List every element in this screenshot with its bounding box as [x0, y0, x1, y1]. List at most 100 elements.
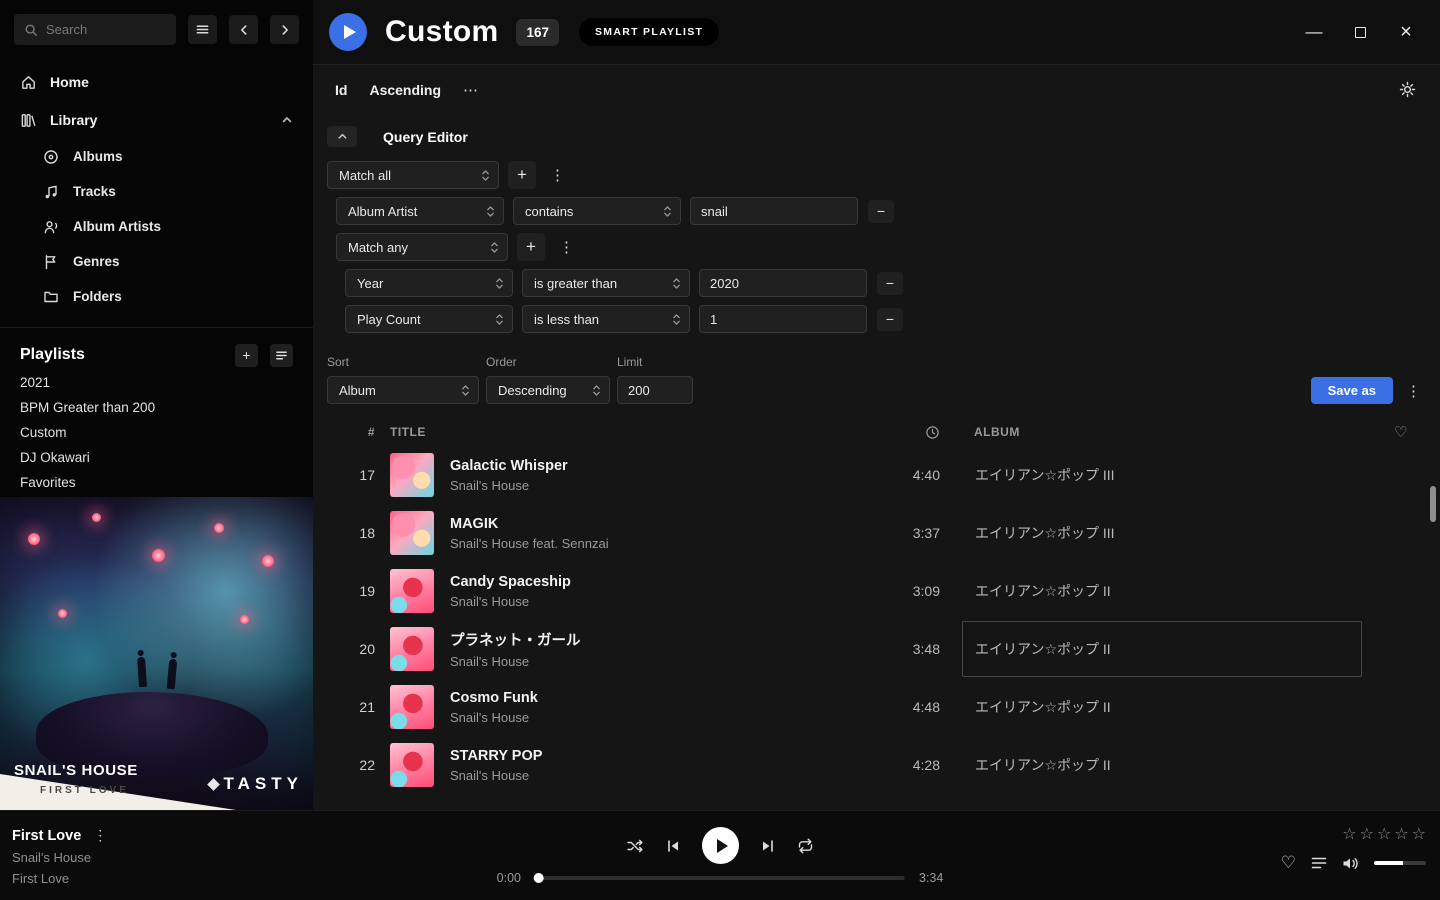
volume-button[interactable]: [1342, 856, 1359, 871]
playlist-item-label: Favorites: [20, 475, 76, 490]
rule-value-input[interactable]: [699, 305, 867, 333]
track-album-cell[interactable]: エイリアン☆ポップ III: [962, 447, 1362, 503]
lantern-dot: [240, 615, 249, 624]
settings-button[interactable]: [1399, 81, 1416, 98]
rule-value-input[interactable]: [690, 197, 858, 225]
close-button[interactable]: ×: [1396, 22, 1416, 42]
column-header-title[interactable]: TITLE: [390, 425, 874, 439]
sort-select[interactable]: Album: [327, 376, 479, 404]
now-playing-more-button[interactable]: ⋮: [93, 827, 107, 844]
rule-operator-select[interactable]: is greater than: [522, 269, 690, 297]
sidebar-item-library[interactable]: Library: [0, 101, 313, 139]
sort-direction[interactable]: Ascending: [369, 82, 441, 98]
sort-more-button[interactable]: ⋯: [463, 81, 480, 99]
previous-button[interactable]: [665, 838, 681, 854]
scrollbar-thumb[interactable]: [1430, 486, 1436, 522]
track-album-cell[interactable]: エイリアン☆ポップ II: [962, 563, 1362, 619]
order-select[interactable]: Descending: [486, 376, 610, 404]
sidebar-item-albums[interactable]: Albums: [0, 139, 313, 174]
rating-stars[interactable]: ☆☆☆☆☆: [1342, 824, 1426, 844]
rule-field-select[interactable]: Play Count: [345, 305, 513, 333]
column-header-number[interactable]: #: [327, 425, 375, 439]
sidebar-item-album-artists[interactable]: Album Artists: [0, 209, 313, 244]
play-pause-button[interactable]: [702, 827, 739, 864]
queue-button[interactable]: [1311, 856, 1327, 870]
playlist-list-button[interactable]: [270, 344, 293, 367]
limit-input[interactable]: [617, 376, 693, 404]
sort-field[interactable]: Id: [335, 82, 347, 98]
clock-icon: [925, 425, 940, 440]
collapse-query-editor-button[interactable]: [327, 126, 357, 147]
now-playing-info: First Love ⋮ Snail's House First Love: [12, 827, 107, 886]
column-header-album[interactable]: ALBUM: [962, 425, 1362, 439]
star-icon[interactable]: ☆: [1360, 824, 1374, 844]
column-header-favorite[interactable]: ♡: [1362, 423, 1440, 441]
match-select[interactable]: Match all: [327, 161, 499, 189]
track-album-cell[interactable]: エイリアン☆ポップ II: [962, 679, 1362, 735]
save-more-button[interactable]: ⋮: [1401, 382, 1426, 400]
rule-operator-select[interactable]: is less than: [522, 305, 690, 333]
track-album-cell[interactable]: エイリアン☆ポップ II: [962, 737, 1362, 793]
playlist-item[interactable]: Custom: [0, 420, 313, 445]
lantern-dot: [262, 555, 274, 567]
table-row[interactable]: 21 Cosmo Funk Snail's House 4:48 エイリアン☆ポ…: [327, 678, 1440, 736]
minimize-button[interactable]: —: [1304, 22, 1324, 42]
star-icon[interactable]: ☆: [1394, 824, 1408, 844]
sidebar-item-home[interactable]: Home: [0, 63, 313, 101]
table-row[interactable]: 19 Candy Spaceship Snail's House 3:09 エイ…: [327, 562, 1440, 620]
sidebar-item-tracks[interactable]: Tracks: [0, 174, 313, 209]
star-icon[interactable]: ☆: [1377, 824, 1391, 844]
add-rule-button[interactable]: +: [517, 233, 545, 261]
now-playing-artwork[interactable]: SNAIL'S HOUSE FIRST LOVE TASTY: [0, 497, 313, 810]
save-as-button[interactable]: Save as: [1311, 377, 1393, 404]
rule-value-input[interactable]: [699, 269, 867, 297]
add-rule-button[interactable]: +: [508, 161, 536, 189]
artwork-credit: SNAIL'S HOUSE FIRST LOVE: [14, 762, 138, 796]
volume-slider[interactable]: [1374, 861, 1426, 865]
group-more-button[interactable]: ⋮: [545, 166, 570, 184]
playlist-item[interactable]: BPM Greater than 200: [0, 395, 313, 420]
rule-operator-select[interactable]: contains: [513, 197, 681, 225]
table-row[interactable]: 17 Galactic Whisper Snail's House 4:40 エ…: [327, 446, 1440, 504]
table-row[interactable]: 18 MAGIK Snail's House feat. Sennzai 3:3…: [327, 504, 1440, 562]
favorite-button[interactable]: ♡: [1281, 853, 1296, 873]
seek-bar[interactable]: [535, 876, 905, 880]
shuffle-button[interactable]: [626, 838, 644, 854]
playlist-item[interactable]: 2021: [0, 370, 313, 395]
remove-rule-button[interactable]: −: [877, 308, 903, 331]
rule-field-select[interactable]: Album Artist: [336, 197, 504, 225]
play-playlist-button[interactable]: [329, 13, 367, 51]
match-select[interactable]: Match any: [336, 233, 508, 261]
playlist-item[interactable]: DJ Okawari: [0, 445, 313, 470]
star-icon[interactable]: ☆: [1412, 824, 1426, 844]
track-album-cell[interactable]: エイリアン☆ポップ II: [962, 621, 1362, 677]
track-album-cell[interactable]: エイリアン☆ポップ III: [962, 505, 1362, 561]
transport-controls: [626, 827, 814, 864]
track-title: Galactic Whisper: [450, 458, 874, 474]
table-row[interactable]: 22 STARRY POP Snail's House 4:28 エイリアン☆ポ…: [327, 736, 1440, 794]
group-more-button[interactable]: ⋮: [554, 238, 579, 256]
sidebar-item-folders[interactable]: Folders: [0, 279, 313, 314]
search-box[interactable]: [14, 14, 176, 45]
remove-rule-button[interactable]: −: [877, 272, 903, 295]
nav-forward-button[interactable]: [270, 15, 299, 44]
chevron-up-icon[interactable]: [281, 114, 293, 126]
search-input[interactable]: [46, 22, 166, 37]
remove-rule-button[interactable]: −: [868, 200, 894, 223]
next-button[interactable]: [760, 838, 776, 854]
track-artist: Snail's House: [450, 478, 874, 493]
chevron-up-icon: [337, 131, 348, 142]
repeat-button[interactable]: [797, 838, 814, 854]
playlist-item[interactable]: Favorites: [0, 470, 313, 495]
nav-back-button[interactable]: [229, 15, 258, 44]
query-group-children: Album Artist contains − Match any + ⋮ Ye…: [336, 197, 1426, 333]
maximize-button[interactable]: [1350, 22, 1370, 42]
rule-field-select[interactable]: Year: [345, 269, 513, 297]
star-icon[interactable]: ☆: [1342, 824, 1356, 844]
sidebar-item-genres[interactable]: Genres: [0, 244, 313, 279]
column-header-duration[interactable]: [874, 425, 940, 440]
add-playlist-button[interactable]: +: [235, 344, 258, 367]
seek-handle[interactable]: [534, 873, 544, 883]
menu-button[interactable]: [188, 15, 217, 44]
table-row[interactable]: 20 プラネット・ガール Snail's House 3:48 エイリアン☆ポッ…: [327, 620, 1440, 678]
